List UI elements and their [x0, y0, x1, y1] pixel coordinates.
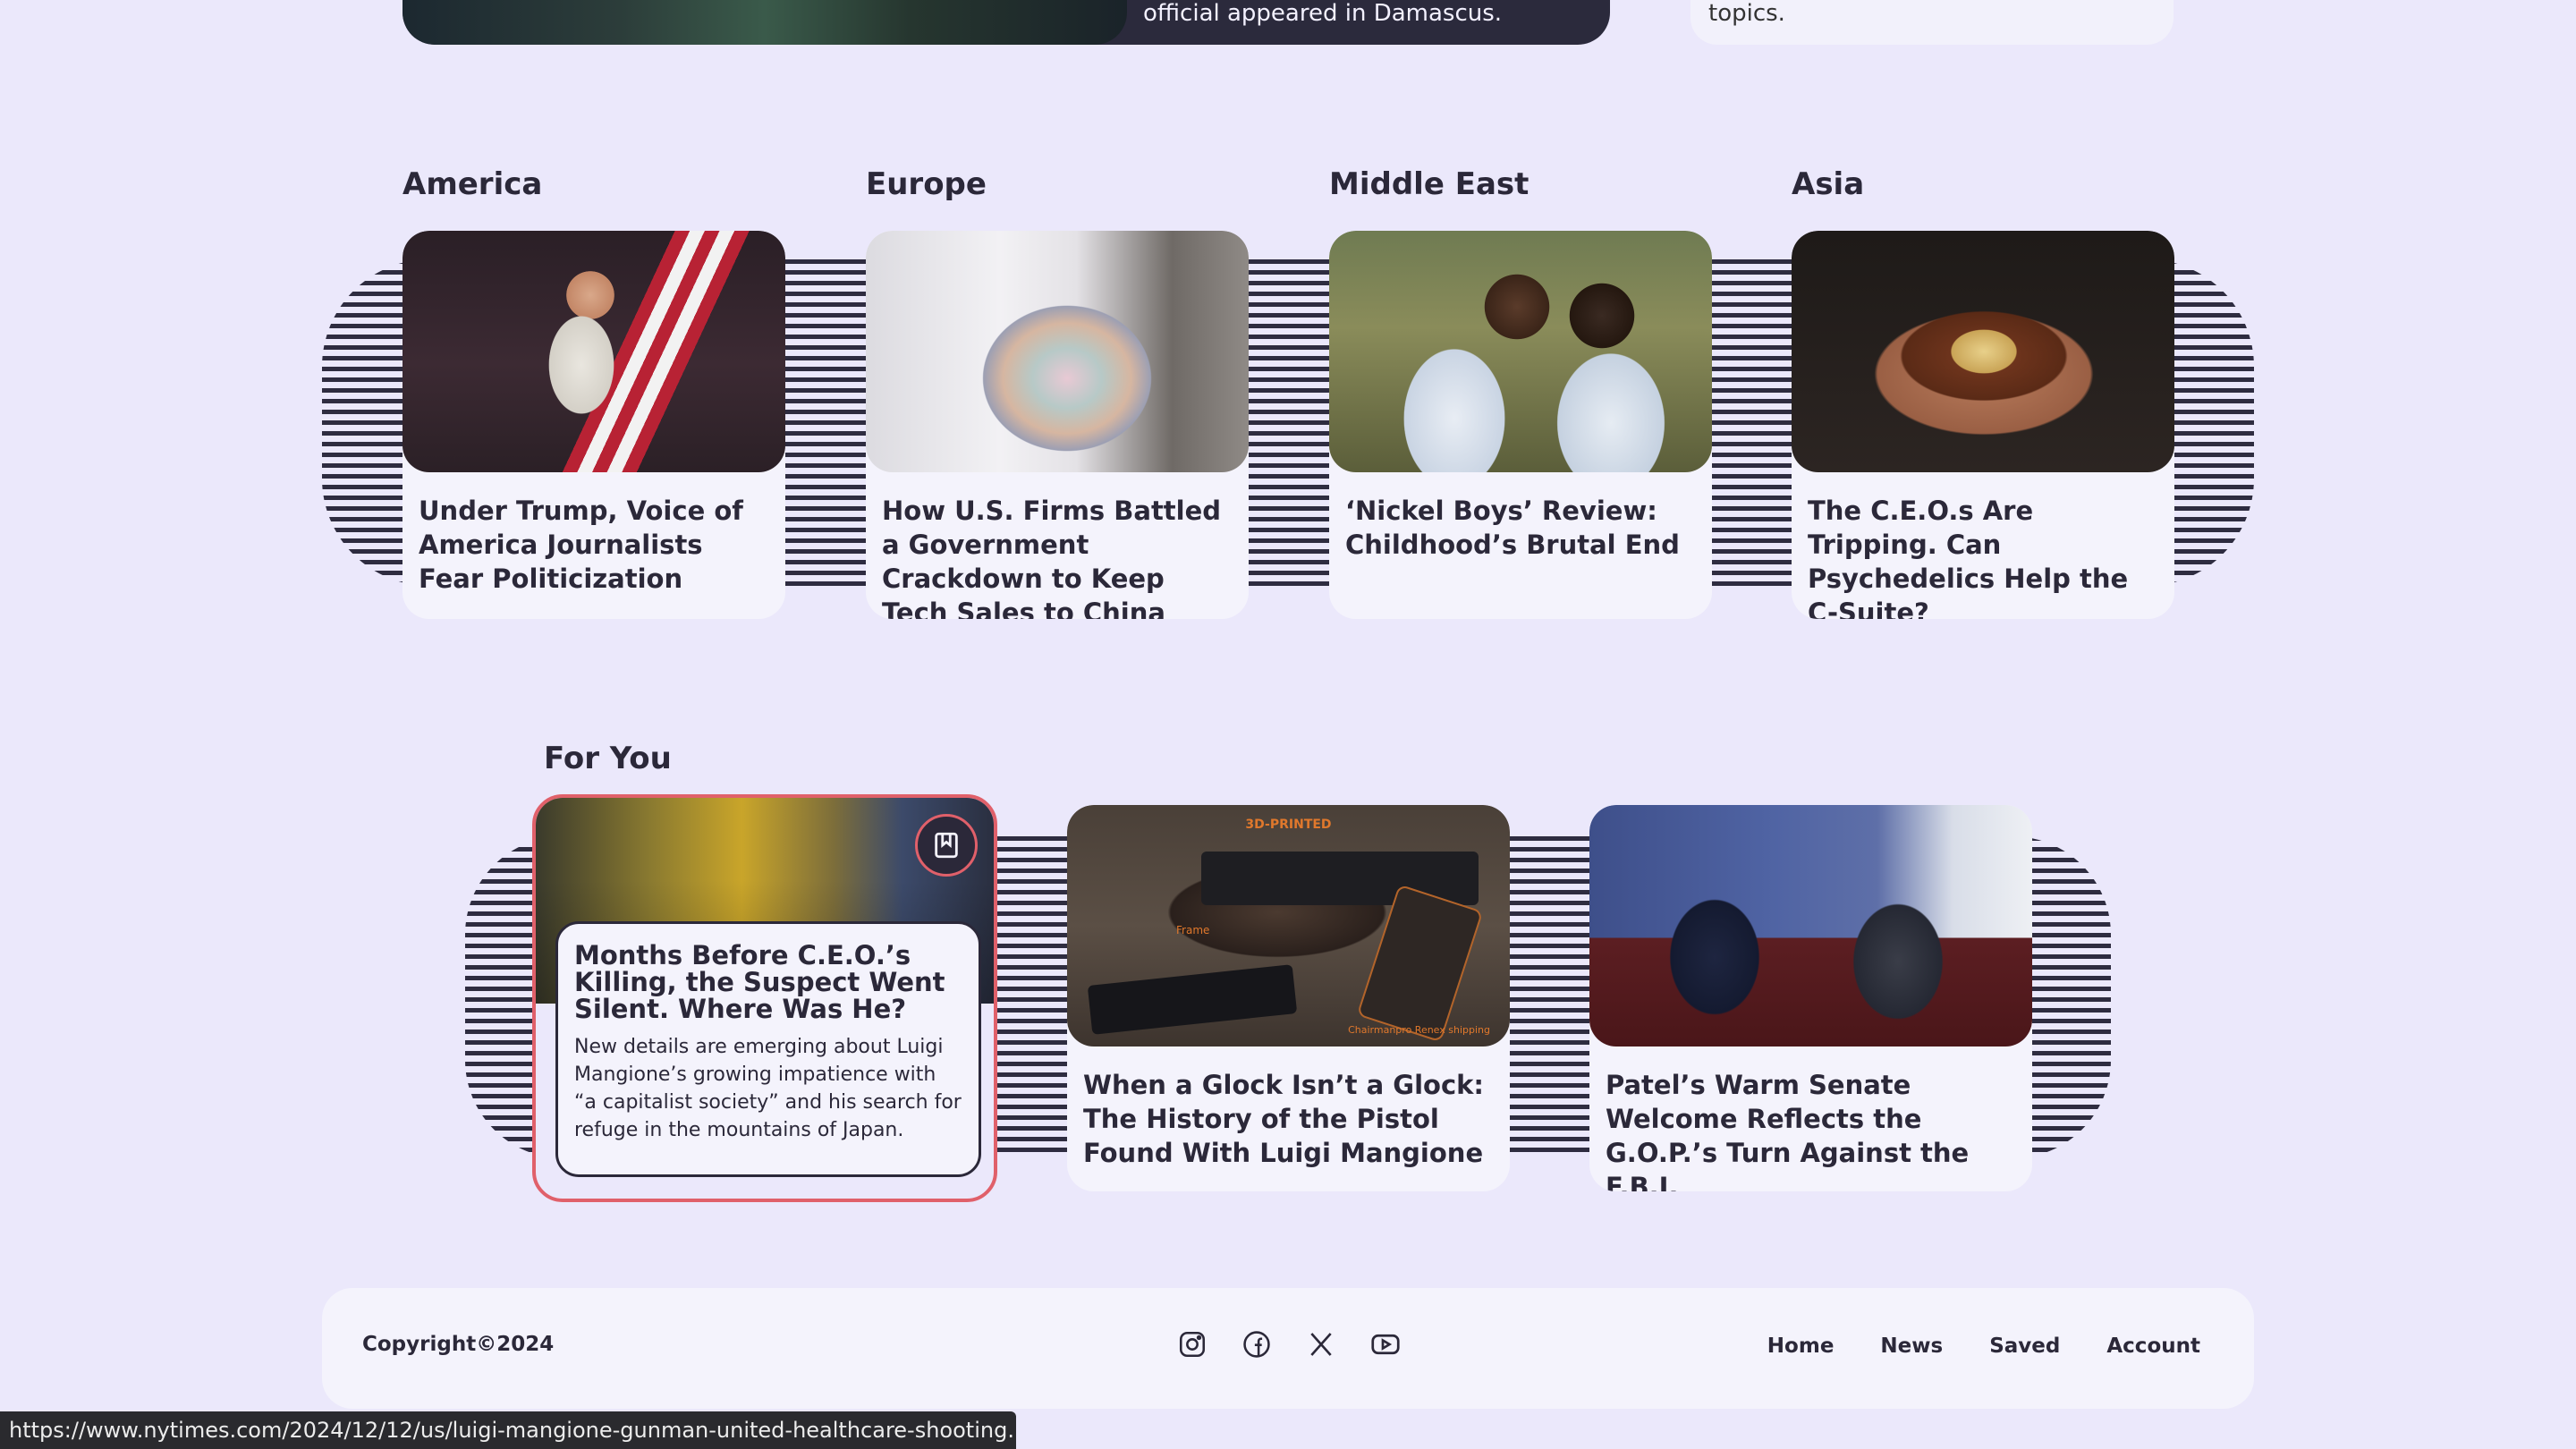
region-title-middle-east: Middle East — [1329, 166, 1530, 202]
footer: Copyright©2024 Home News Saved Account — [322, 1288, 2254, 1409]
social-links — [1172, 1324, 1406, 1365]
footer-nav-home[interactable]: Home — [1767, 1335, 1835, 1358]
copyright-text: Copyright©2024 — [362, 1333, 555, 1356]
x-icon[interactable] — [1301, 1324, 1342, 1365]
article-summary: New details are emerging about Luigi Man… — [574, 1036, 962, 1141]
article-image — [866, 231, 1249, 472]
article-headline: ‘Nickel Boys’ Review: Childhood’s Brutal… — [1345, 496, 1680, 560]
region-title-asia: Asia — [1792, 166, 1865, 202]
image-credit: Chairmanpro Renex shipping — [1348, 1024, 1490, 1036]
article-card-america[interactable]: Under Trump, Voice of America Journalist… — [402, 231, 785, 619]
bookmark-button[interactable] — [915, 814, 978, 877]
article-card-middle-east[interactable]: ‘Nickel Boys’ Review: Childhood’s Brutal… — [1329, 231, 1712, 619]
article-card-patel[interactable]: Patel’s Warm Senate Welcome Reflects the… — [1589, 805, 2032, 1191]
featured-article-card[interactable]: Months Before C.E.O.’s Killing, the Susp… — [532, 794, 997, 1202]
article-card-europe[interactable]: How U.S. Firms Battled a Government Crac… — [866, 231, 1249, 619]
article-image — [402, 231, 785, 472]
article-headline: How U.S. Firms Battled a Government Crac… — [882, 496, 1222, 619]
region-title-europe: Europe — [866, 166, 987, 202]
region-title-america: America — [402, 166, 543, 202]
status-bar-url: https://www.nytimes.com/2024/12/12/us/lu… — [0, 1411, 1016, 1449]
article-headline: Months Before C.E.O.’s Killing, the Susp… — [574, 940, 945, 1024]
pistol-grip-shape — [1356, 884, 1484, 1043]
top-side-text: topics. — [1708, 0, 1785, 27]
for-you-title: For You — [544, 741, 672, 776]
youtube-icon[interactable] — [1365, 1324, 1406, 1365]
bookmark-icon — [935, 832, 958, 859]
footer-nav-saved[interactable]: Saved — [1989, 1335, 2060, 1358]
article-headline: The C.E.O.s Are Tripping. Can Psychedeli… — [1808, 496, 2129, 619]
article-card-glock[interactable]: 3D-PRINTED Frame Chairmanpro Renex shipp… — [1067, 805, 1510, 1191]
magazine-shape — [1087, 964, 1298, 1035]
footer-nav: Home News Saved Account — [1767, 1335, 2200, 1358]
article-image: 3D-PRINTED Frame Chairmanpro Renex shipp… — [1067, 805, 1510, 1046]
facebook-icon[interactable] — [1236, 1324, 1277, 1365]
article-image — [1589, 805, 2032, 1046]
instagram-icon[interactable] — [1172, 1324, 1213, 1365]
top-featured-card[interactable]: official appeared in Damascus. — [402, 0, 1610, 45]
top-featured-text: official appeared in Damascus. — [1143, 0, 1503, 27]
top-featured-image — [402, 0, 1127, 45]
footer-nav-account[interactable]: Account — [2106, 1335, 2200, 1358]
image-caption-label: 3D-PRINTED — [1245, 818, 1332, 832]
article-card-asia[interactable]: The C.E.O.s Are Tripping. Can Psychedeli… — [1792, 231, 2174, 619]
article-headline: Under Trump, Voice of America Journalist… — [419, 496, 743, 594]
article-headline: When a Glock Isn’t a Glock: The History … — [1083, 1070, 1485, 1168]
footer-nav-news[interactable]: News — [1880, 1335, 1943, 1358]
article-headline: Patel’s Warm Senate Welcome Reflects the… — [1606, 1070, 1970, 1191]
featured-article-panel: Months Before C.E.O.’s Killing, the Susp… — [555, 921, 981, 1177]
top-side-card[interactable]: topics. — [1690, 0, 2174, 45]
article-image — [1792, 231, 2174, 472]
image-sublabel: Frame — [1176, 924, 1210, 936]
article-image — [1329, 231, 1712, 472]
